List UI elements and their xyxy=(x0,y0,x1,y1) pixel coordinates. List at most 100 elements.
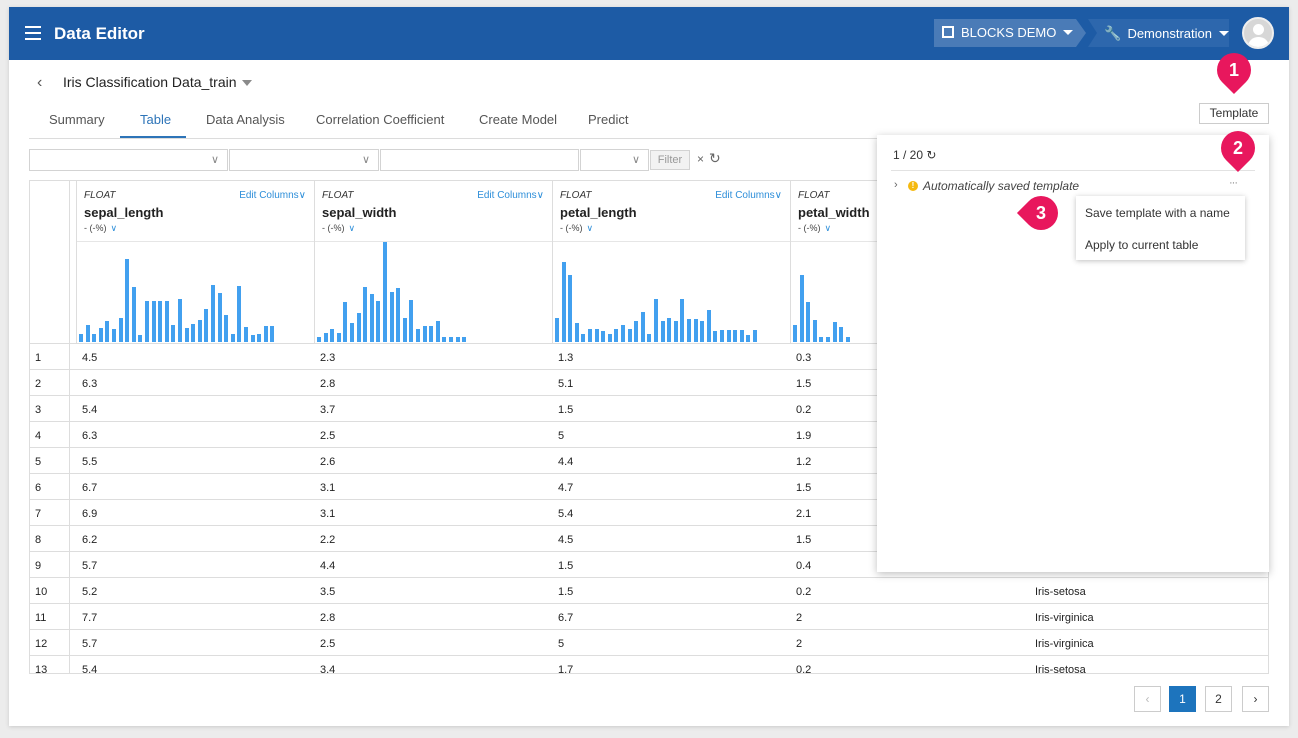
project-selector[interactable]: 🔧 Demonstration xyxy=(1088,19,1229,47)
table-cell[interactable]: 2 xyxy=(796,638,802,650)
refresh-icon[interactable]: ↻ xyxy=(926,148,936,162)
table-cell[interactable]: 5.4 xyxy=(558,508,573,520)
table-cell[interactable]: 1.5 xyxy=(558,586,573,598)
save-template-with-name-item[interactable]: Save template with a name xyxy=(1085,206,1230,220)
table-row[interactable]: 12 5.7 2.5 5 2 Iris-virginica xyxy=(30,629,1268,655)
table-cell[interactable]: 5.1 xyxy=(558,378,573,390)
table-cell[interactable]: Iris-virginica xyxy=(1035,612,1094,624)
table-cell[interactable]: 2.1 xyxy=(796,508,811,520)
table-cell[interactable]: 5.5 xyxy=(82,456,97,468)
table-cell[interactable]: 1.5 xyxy=(558,560,573,572)
pagination-prev-button[interactable]: ‹ xyxy=(1134,686,1161,712)
tab-predict[interactable]: Predict xyxy=(588,112,628,127)
table-cell[interactable]: 2.8 xyxy=(320,612,335,624)
table-cell[interactable]: 2.3 xyxy=(320,352,335,364)
chevron-down-icon[interactable]: ∨ xyxy=(825,223,832,233)
chevron-down-icon[interactable]: ∨ xyxy=(587,223,594,233)
org-selector[interactable]: BLOCKS DEMO xyxy=(934,19,1086,47)
table-cell[interactable]: 4.4 xyxy=(558,456,573,468)
table-cell[interactable]: 5.4 xyxy=(82,404,97,416)
table-row[interactable]: 13 5.4 3.4 1.7 0.2 Iris-setosa xyxy=(30,655,1268,673)
chevron-down-icon[interactable]: ∨ xyxy=(111,223,118,233)
chevron-down-icon[interactable]: ∨ xyxy=(349,223,356,233)
edit-columns-button[interactable]: Edit Columns∨ xyxy=(477,190,544,201)
tab-create-model[interactable]: Create Model xyxy=(479,112,557,127)
apply-to-current-table-item[interactable]: Apply to current table xyxy=(1085,238,1198,252)
tab-data-analysis[interactable]: Data Analysis xyxy=(206,112,285,127)
pagination-page-1[interactable]: 1 xyxy=(1169,686,1196,712)
column-header-petal-length[interactable]: FLOAT Edit Columns∨ petal_length - (-%) ∨ xyxy=(553,181,791,343)
table-cell[interactable]: 6.7 xyxy=(82,482,97,494)
table-cell[interactable]: 1.2 xyxy=(796,456,811,468)
table-cell[interactable]: 4.5 xyxy=(82,352,97,364)
edit-columns-button[interactable]: Edit Columns∨ xyxy=(239,190,306,201)
table-cell[interactable]: 6.3 xyxy=(82,430,97,442)
edit-columns-button[interactable]: Edit Columns∨ xyxy=(715,190,782,201)
table-cell[interactable]: 6.3 xyxy=(82,378,97,390)
table-row[interactable]: 10 5.2 3.5 1.5 0.2 Iris-setosa xyxy=(30,577,1268,603)
tab-table[interactable]: Table xyxy=(140,112,171,127)
table-cell[interactable]: 0.2 xyxy=(796,404,811,416)
table-cell[interactable]: 4.4 xyxy=(320,560,335,572)
tab-summary[interactable]: Summary xyxy=(49,112,105,127)
table-cell[interactable]: 3.1 xyxy=(320,508,335,520)
table-cell[interactable]: 1.5 xyxy=(796,378,811,390)
filter-logic-select[interactable]: ∨ xyxy=(580,149,649,171)
filter-column-select[interactable]: ∨ xyxy=(29,149,228,171)
chevron-right-icon[interactable]: › xyxy=(894,179,898,191)
pagination-page-2[interactable]: 2 xyxy=(1205,686,1232,712)
table-cell[interactable]: 3.4 xyxy=(320,664,335,673)
table-cell[interactable]: 3.5 xyxy=(320,586,335,598)
table-cell[interactable]: 2.6 xyxy=(320,456,335,468)
filter-clear-icon[interactable]: × xyxy=(697,152,704,166)
table-cell[interactable]: 4.7 xyxy=(558,482,573,494)
table-cell[interactable]: 6.9 xyxy=(82,508,97,520)
column-header-sepal-width[interactable]: FLOAT Edit Columns∨ sepal_width - (-%) ∨ xyxy=(315,181,553,343)
table-cell[interactable]: 4.5 xyxy=(558,534,573,546)
table-cell[interactable]: 5.2 xyxy=(82,586,97,598)
table-cell[interactable]: 0.4 xyxy=(796,560,811,572)
table-cell[interactable]: 5.4 xyxy=(82,664,97,673)
table-cell[interactable]: 1.7 xyxy=(558,664,573,673)
table-cell[interactable]: 1.3 xyxy=(558,352,573,364)
table-cell[interactable]: 7.7 xyxy=(82,612,97,624)
tab-correlation-coefficient[interactable]: Correlation Coefficient xyxy=(316,112,444,127)
table-cell[interactable]: 2.2 xyxy=(320,534,335,546)
table-cell[interactable]: 2 xyxy=(796,612,802,624)
filter-button[interactable]: Filter xyxy=(650,150,690,170)
pagination-next-button[interactable]: › xyxy=(1242,686,1269,712)
table-cell[interactable]: Iris-setosa xyxy=(1035,586,1086,598)
table-cell[interactable]: 5.7 xyxy=(82,638,97,650)
refresh-icon[interactable]: ↻ xyxy=(709,150,721,167)
table-cell[interactable]: 1.5 xyxy=(558,404,573,416)
table-cell[interactable]: 5.7 xyxy=(82,560,97,572)
more-options-icon[interactable]: ··· xyxy=(1229,177,1238,189)
table-cell[interactable]: 0.2 xyxy=(796,664,811,673)
table-cell[interactable]: Iris-setosa xyxy=(1035,664,1086,673)
table-cell[interactable]: 6.7 xyxy=(558,612,573,624)
table-cell[interactable]: 3.7 xyxy=(320,404,335,416)
filter-value-input[interactable] xyxy=(380,149,579,171)
table-cell[interactable]: 1.5 xyxy=(796,482,811,494)
table-cell[interactable]: 3.1 xyxy=(320,482,335,494)
hamburger-icon[interactable] xyxy=(25,26,41,40)
table-cell[interactable]: 6.2 xyxy=(82,534,97,546)
template-button[interactable]: Template xyxy=(1199,103,1269,124)
table-cell[interactable]: 2.5 xyxy=(320,638,335,650)
table-row[interactable]: 11 7.7 2.8 6.7 2 Iris-virginica xyxy=(30,603,1268,629)
table-cell[interactable]: Iris-virginica xyxy=(1035,638,1094,650)
table-cell[interactable]: 5 xyxy=(558,430,564,442)
chevron-left-icon[interactable]: ‹ xyxy=(37,74,42,92)
template-item-name[interactable]: Automatically saved template xyxy=(923,179,1079,193)
table-cell[interactable]: 5 xyxy=(558,638,564,650)
table-cell[interactable]: 2.5 xyxy=(320,430,335,442)
user-avatar-icon[interactable] xyxy=(1242,17,1274,49)
filter-operator-select[interactable]: ∨ xyxy=(229,149,379,171)
table-cell[interactable]: 0.2 xyxy=(796,586,811,598)
table-cell[interactable]: 1.5 xyxy=(796,534,811,546)
table-cell[interactable]: 1.9 xyxy=(796,430,811,442)
column-header-sepal-length[interactable]: FLOAT Edit Columns∨ sepal_length - (-%) ∨ xyxy=(77,181,315,343)
dataset-selector[interactable]: Iris Classification Data_train xyxy=(63,74,252,90)
table-cell[interactable]: 0.3 xyxy=(796,352,811,364)
table-cell[interactable]: 2.8 xyxy=(320,378,335,390)
